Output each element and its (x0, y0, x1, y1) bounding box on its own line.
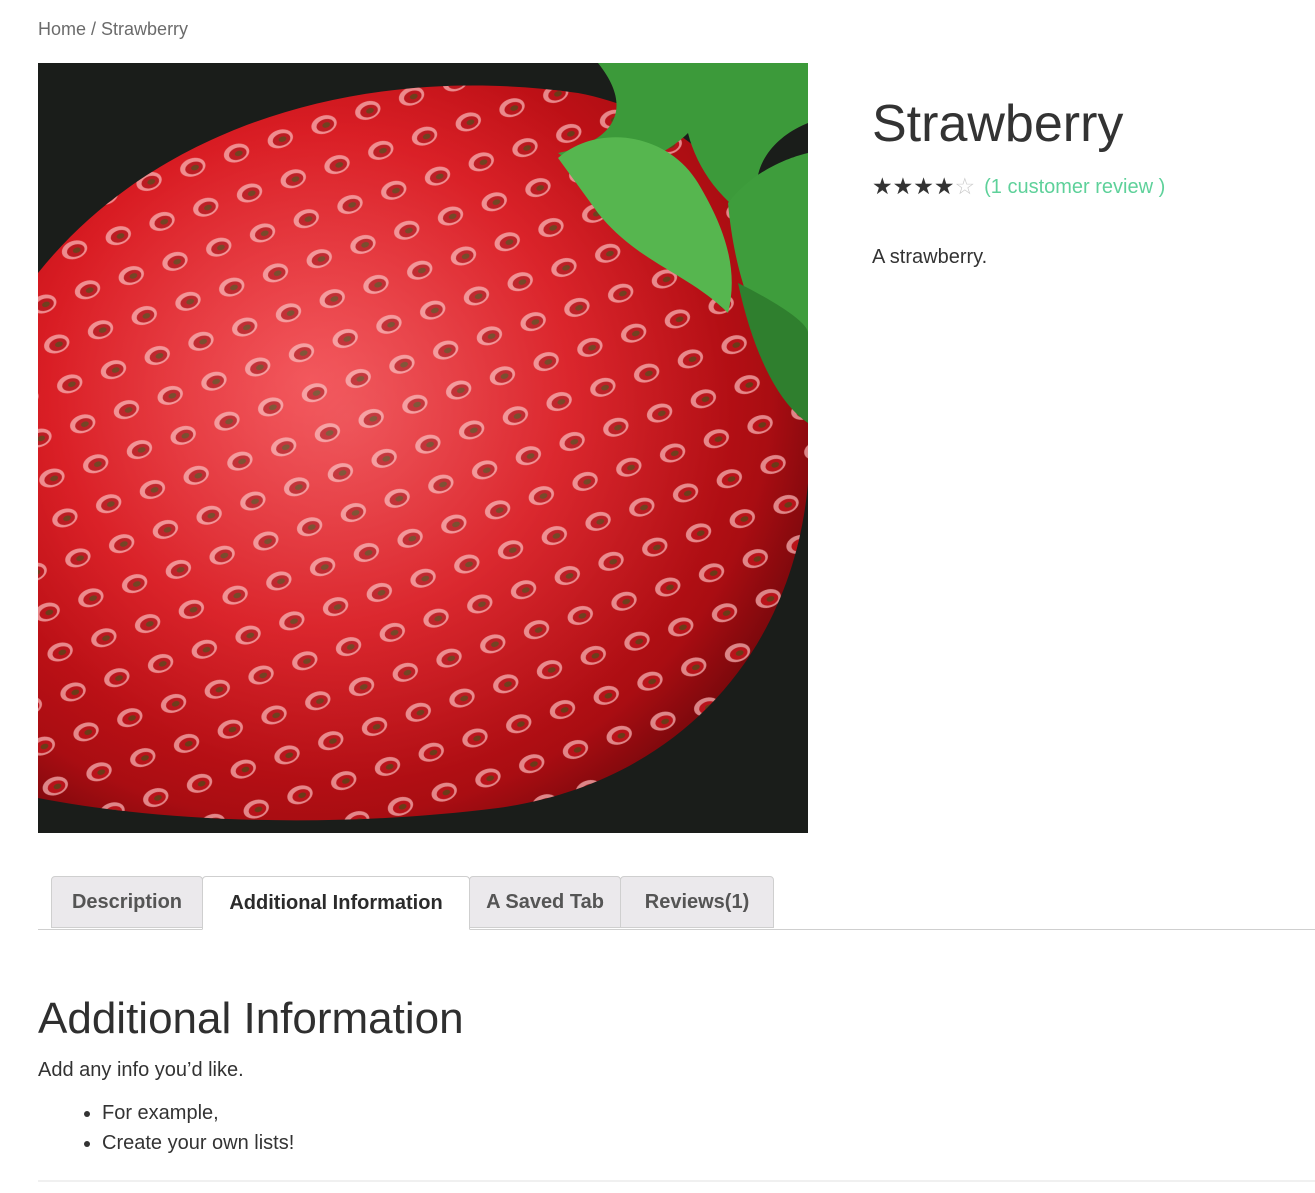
panel-text: Add any info you’d like. (38, 1059, 244, 1081)
tab-additional-information[interactable]: Additional Information (202, 876, 470, 930)
star-rating: ☆☆☆☆☆ ★★★★★ (872, 174, 975, 200)
tab-panel-additional-information: Additional Information Add any info you’… (38, 993, 1315, 1182)
tab-a-saved-tab[interactable]: A Saved Tab (469, 876, 621, 928)
breadcrumb-home-link[interactable]: Home (38, 19, 86, 39)
panel-list: For example, Create your own lists! (38, 1098, 1315, 1158)
panel-heading: Additional Information (38, 994, 464, 1043)
list-item: Create your own lists! (102, 1128, 1315, 1158)
tab-reviews[interactable]: Reviews(1) (620, 876, 774, 928)
breadcrumb-current: Strawberry (101, 19, 189, 39)
strawberry-photo (38, 63, 808, 833)
customer-review-link[interactable]: (1 customer review ) (984, 176, 1165, 199)
tab-description[interactable]: Description (51, 876, 203, 928)
breadcrumb: Home / Strawberry (38, 19, 188, 40)
rating-row: ☆☆☆☆☆ ★★★★★ (1 customer review ) (872, 174, 1302, 200)
product-title: Strawberry (872, 95, 1124, 153)
list-item: For example, (102, 1098, 1315, 1128)
product-summary: Strawberry ☆☆☆☆☆ ★★★★★ (1 customer revie… (872, 92, 1302, 269)
star-rating-filled: ★★★★★ (872, 174, 955, 200)
product-tabs: Description Additional Information A Sav… (38, 876, 1315, 930)
product-image[interactable] (38, 63, 808, 833)
breadcrumb-separator: / (91, 19, 97, 39)
product-short-description: A strawberry. (872, 246, 988, 268)
